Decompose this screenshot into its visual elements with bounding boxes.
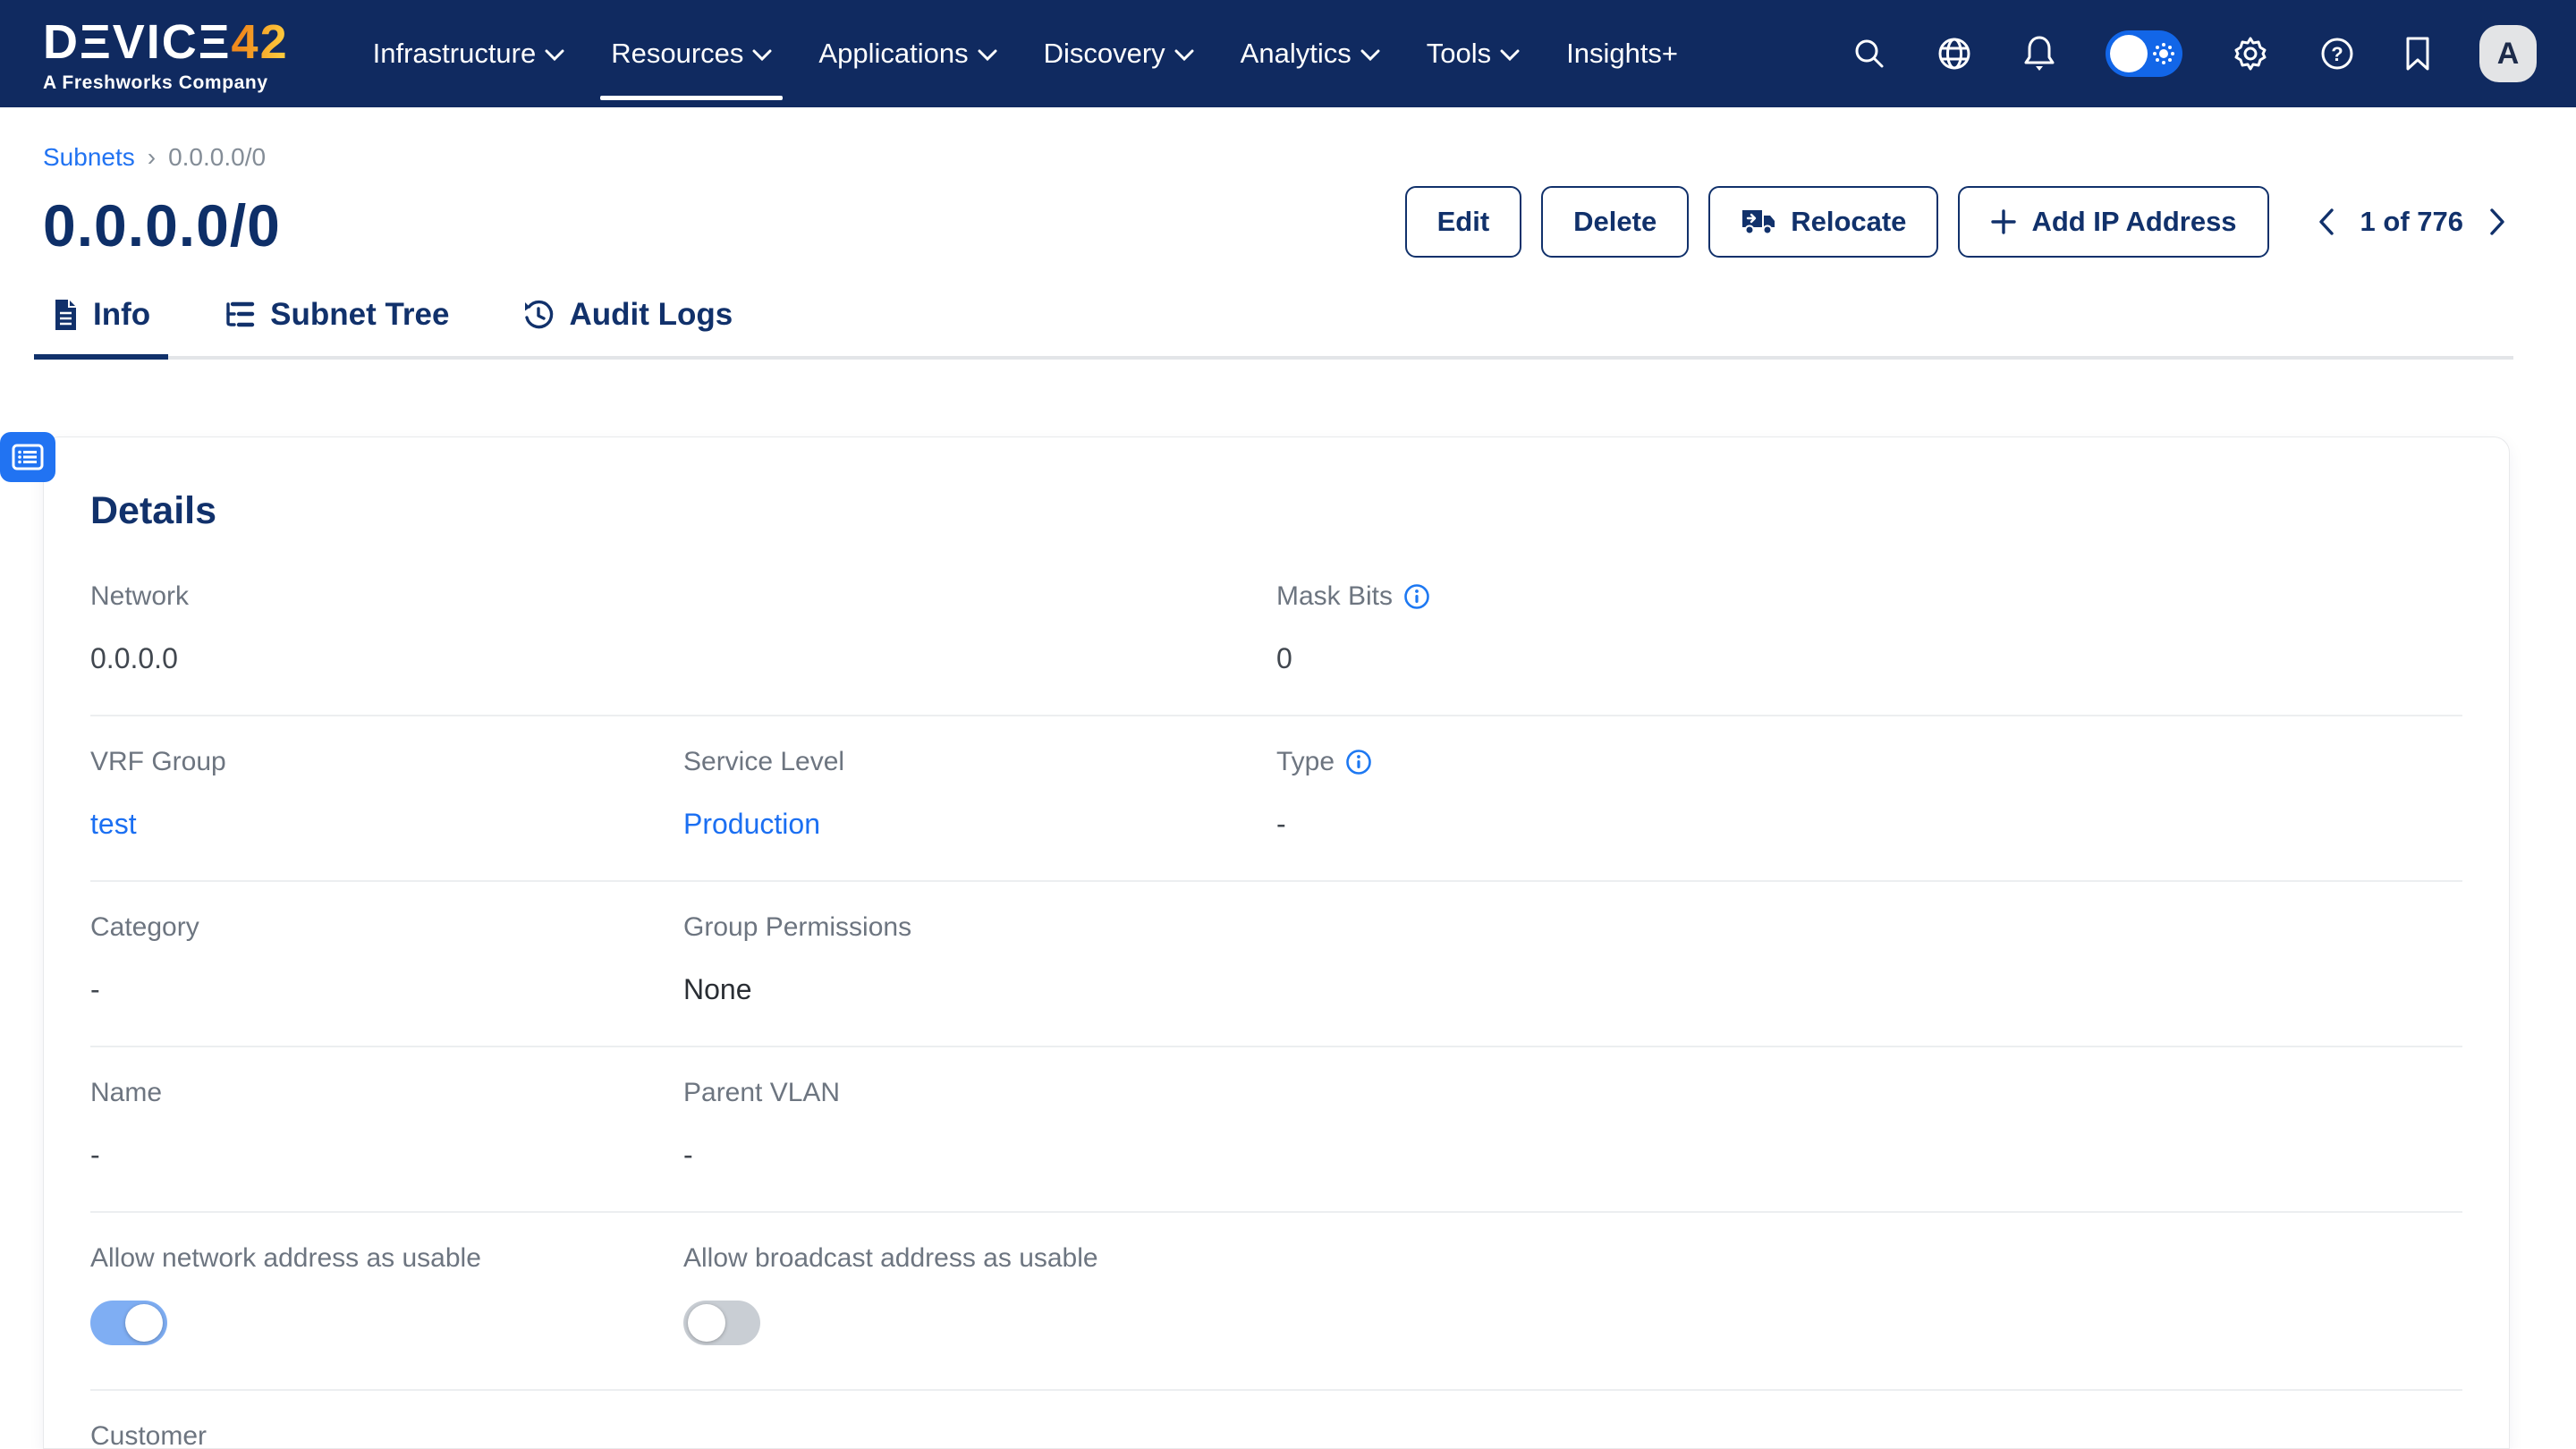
document-icon (52, 298, 79, 332)
brand-tagline: A Freshworks Company (43, 72, 289, 94)
bell-icon[interactable] (2021, 34, 2057, 73)
navbar-actions: ? A (1852, 25, 2537, 82)
nav-item-infrastructure[interactable]: Infrastructure (353, 0, 585, 107)
nav-item-resources[interactable]: Resources (591, 0, 792, 107)
field-category: Category - (90, 912, 683, 1006)
chevron-down-icon (1500, 49, 1520, 62)
chevron-down-icon (545, 49, 564, 62)
nav-item-applications[interactable]: Applications (799, 0, 1016, 107)
mask-bits-value: 0 (1276, 642, 1869, 675)
chevron-down-icon (1360, 49, 1380, 62)
breadcrumb-current: 0.0.0.0/0 (168, 143, 266, 172)
page-header: Subnets › 0.0.0.0/0 0.0.0.0/0 Edit Delet… (0, 107, 2576, 259)
details-heading: Details (90, 489, 2462, 533)
chevron-right-icon (2488, 208, 2506, 236)
tree-list-icon (224, 300, 256, 330)
field-row: Network 0.0.0.0 Mask Bits 0 (90, 551, 2462, 716)
field-row: Allow network address as usable Allow br… (90, 1213, 2462, 1391)
help-icon[interactable]: ? (2318, 35, 2356, 72)
toggle-knob (2110, 35, 2148, 72)
field-service-level: Service Level Production (683, 747, 1276, 841)
toggle-knob (125, 1304, 163, 1342)
main-nav: Infrastructure Resources Applications Di… (353, 0, 1698, 107)
page: DΞVICΞ42 A Freshworks Company Infrastruc… (0, 0, 2576, 1449)
nav-item-insights[interactable]: Insights+ (1546, 0, 1698, 107)
chevron-down-icon (1174, 49, 1194, 62)
parent-vlan-value: - (683, 1139, 1276, 1172)
next-record-button[interactable] (2488, 208, 2506, 236)
top-navbar: DΞVICΞ42 A Freshworks Company Infrastruc… (0, 0, 2576, 107)
vrf-group-link[interactable]: test (90, 808, 137, 840)
breadcrumb: Subnets › 0.0.0.0/0 (43, 143, 281, 172)
bookmark-icon[interactable] (2404, 36, 2431, 72)
tab-subnet-tree[interactable]: Subnet Tree (215, 297, 458, 356)
user-avatar[interactable]: A (2479, 25, 2537, 82)
prev-record-button[interactable] (2318, 208, 2335, 236)
field-row: Name - Parent VLAN - (90, 1047, 2462, 1213)
info-icon[interactable] (1403, 583, 1430, 610)
field-parent-vlan: Parent VLAN - (683, 1078, 1276, 1172)
breadcrumb-separator: › (148, 143, 156, 172)
relocate-button[interactable]: Relocate (1708, 186, 1938, 258)
details-card: Details Network 0.0.0.0 Mask Bits 0 VRF … (43, 436, 2510, 1449)
network-value: 0.0.0.0 (90, 642, 683, 675)
field-name: Name - (90, 1078, 683, 1172)
theme-toggle[interactable] (2106, 30, 2182, 77)
allow-network-toggle[interactable] (90, 1301, 167, 1345)
info-icon[interactable] (1345, 749, 1372, 775)
tab-info[interactable]: Info (43, 297, 159, 356)
pager-count: 1 of 776 (2360, 206, 2463, 238)
tab-bar: Info Subnet Tree Audit Logs (43, 297, 2513, 360)
field-vrf-group: VRF Group test (90, 747, 683, 841)
nav-item-analytics[interactable]: Analytics (1221, 0, 1400, 107)
field-group-permissions: Group Permissions None (683, 912, 1276, 1006)
search-icon[interactable] (1852, 36, 1887, 72)
chevron-down-icon (752, 49, 772, 62)
field-network: Network 0.0.0.0 (90, 581, 683, 675)
truck-icon (1741, 208, 1776, 236)
sun-icon (2152, 42, 2175, 65)
chevron-down-icon (978, 49, 997, 62)
service-level-link[interactable]: Production (683, 808, 820, 840)
record-pager: 1 of 776 (2318, 206, 2506, 238)
field-allow-network-address: Allow network address as usable (90, 1243, 683, 1350)
nav-item-discovery[interactable]: Discovery (1024, 0, 1214, 107)
list-panel-icon (12, 444, 44, 470)
device42-logo[interactable]: DΞVICΞ42 A Freshworks Company (43, 14, 289, 94)
chevron-left-icon (2318, 208, 2335, 236)
field-allow-broadcast-address: Allow broadcast address as usable (683, 1243, 1276, 1350)
gear-icon[interactable] (2231, 34, 2270, 73)
tab-audit-logs[interactable]: Audit Logs (513, 297, 741, 356)
breadcrumb-subnets-link[interactable]: Subnets (43, 143, 135, 172)
history-icon (522, 299, 555, 331)
group-permissions-value: None (683, 973, 1276, 1006)
plus-icon (1990, 208, 2017, 235)
globe-icon[interactable] (1936, 35, 1973, 72)
nav-item-tools[interactable]: Tools (1407, 0, 1539, 107)
add-ip-address-button[interactable]: Add IP Address (1958, 186, 2268, 258)
brand-text: DΞVICΞ42 (43, 14, 289, 70)
field-mask-bits: Mask Bits 0 (1276, 581, 1869, 675)
action-bar: Edit Delete Relocate Add IP Address 1 of… (1385, 186, 2506, 258)
page-title: 0.0.0.0/0 (43, 191, 281, 259)
details-panel-toggle[interactable] (0, 432, 55, 482)
field-row: Customer (90, 1391, 2462, 1449)
field-row: Category - Group Permissions None (90, 882, 2462, 1047)
category-value: - (90, 973, 683, 1006)
name-value: - (90, 1139, 683, 1172)
edit-button[interactable]: Edit (1405, 186, 1522, 258)
toggle-knob (688, 1304, 725, 1342)
field-customer: Customer (90, 1421, 683, 1449)
delete-button[interactable]: Delete (1541, 186, 1689, 258)
type-value: - (1276, 808, 1869, 841)
field-row: VRF Group test Service Level Production … (90, 716, 2462, 882)
svg-text:?: ? (2331, 43, 2343, 65)
allow-broadcast-toggle[interactable] (683, 1301, 760, 1345)
field-type: Type - (1276, 747, 1869, 841)
